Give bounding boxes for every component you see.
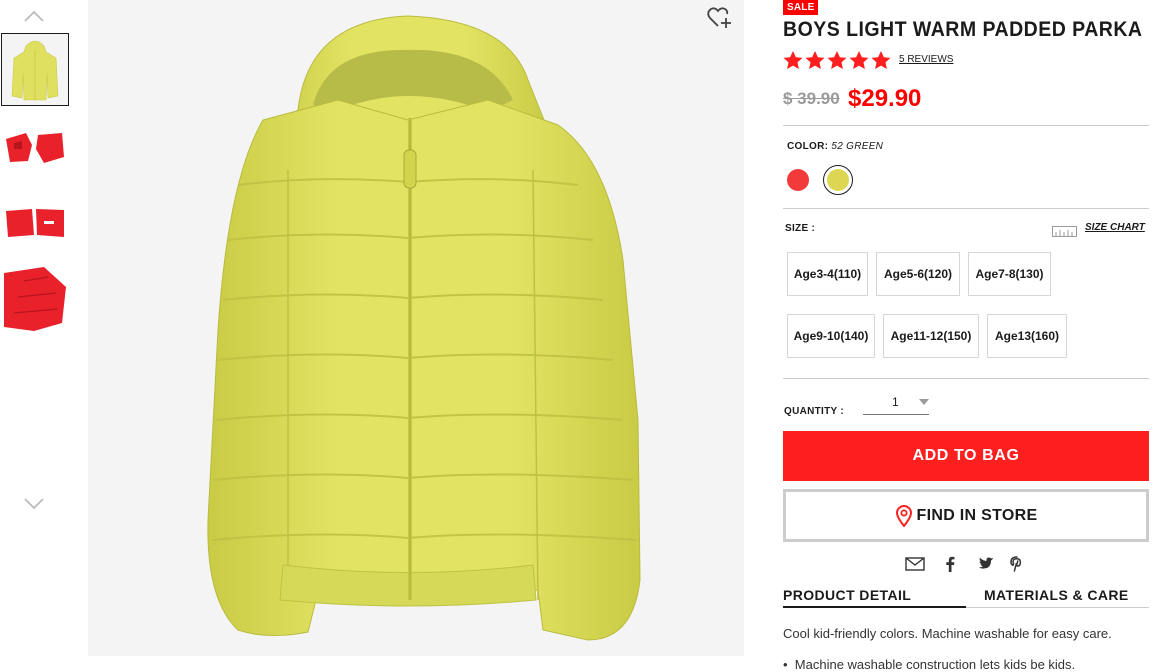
add-to-wishlist-heart-icon[interactable] (707, 6, 733, 30)
size-option-age13[interactable]: Age13(160) (987, 314, 1067, 358)
color-swatch-green-selected-ring[interactable] (823, 165, 853, 195)
star-icon (827, 51, 847, 69)
thumbnail-yellow-jacket[interactable] (1, 33, 69, 106)
add-to-bag-button[interactable]: ADD TO BAG (783, 431, 1149, 481)
rating-stars (783, 51, 891, 70)
divider (783, 208, 1149, 209)
detail-bullet: • Machine washable construction lets kid… (783, 657, 1076, 672)
size-option-age9-10[interactable]: Age9-10(140) (787, 314, 875, 358)
divider (783, 125, 1149, 126)
size-option-age3-4[interactable]: Age3-4(110) (787, 252, 868, 296)
size-label: SIZE : (785, 223, 816, 234)
size-chart-link[interactable]: SIZE CHART (1085, 222, 1145, 233)
detail-bullet-text: Machine washable construction lets kids … (794, 657, 1076, 672)
thumbnail-red-jacket-pair[interactable] (4, 129, 66, 165)
size-option-age7-8[interactable]: Age7-8(130) (968, 252, 1051, 296)
thumbnail-down-arrow-icon[interactable] (22, 496, 46, 514)
quantity-label: QUANTITY : (784, 406, 845, 417)
twitter-icon[interactable] (975, 555, 995, 573)
star-icon (805, 51, 825, 69)
main-product-image (88, 0, 744, 656)
chevron-down-icon (919, 399, 929, 405)
map-pin-icon (895, 504, 912, 527)
reviews-link[interactable]: 5 REVIEWS (899, 54, 953, 65)
tab-materials-care[interactable]: MATERIALS & CARE (984, 587, 1129, 603)
email-icon[interactable] (905, 555, 925, 573)
thumbnail-red-jacket-folded[interactable] (4, 207, 66, 239)
quantity-value: 1 (892, 395, 899, 409)
star-icon (849, 51, 869, 69)
size-option-age11-12[interactable]: Age11-12(150) (883, 314, 979, 358)
sale-badge: SALE (783, 0, 819, 15)
tab-divider (966, 607, 1149, 608)
star-icon (871, 51, 891, 69)
facebook-icon[interactable] (940, 555, 960, 573)
sale-price: $29.90 (848, 85, 922, 112)
product-description: Cool kid-friendly colors. Machine washab… (783, 626, 1112, 641)
selected-color-name: 52 GREEN (831, 141, 884, 152)
thumbnail-up-arrow-icon[interactable] (22, 8, 46, 26)
original-price: $ 39.90 (783, 89, 840, 108)
find-in-store-button[interactable]: FIND IN STORE (783, 489, 1149, 542)
color-swatch-green[interactable] (826, 168, 849, 191)
star-icon (783, 51, 803, 69)
active-tab-indicator (783, 606, 966, 608)
find-in-store-label: FIND IN STORE (916, 506, 1038, 524)
color-label: COLOR: (787, 141, 829, 152)
thumbnail-red-jacket-detail[interactable] (4, 267, 66, 333)
divider (783, 378, 1149, 379)
product-title: BOYS LIGHT WARM PADDED PARKA (783, 18, 1143, 41)
quantity-select[interactable]: 1 (863, 392, 929, 415)
size-option-age5-6[interactable]: Age5-6(120) (876, 252, 960, 296)
tab-product-detail[interactable]: PRODUCT DETAIL (783, 587, 911, 603)
ruler-icon[interactable] (1052, 224, 1077, 237)
color-swatch-red[interactable] (787, 169, 809, 191)
pinterest-icon[interactable] (1007, 555, 1027, 573)
color-label-row: COLOR: 52 GREEN (787, 141, 883, 152)
